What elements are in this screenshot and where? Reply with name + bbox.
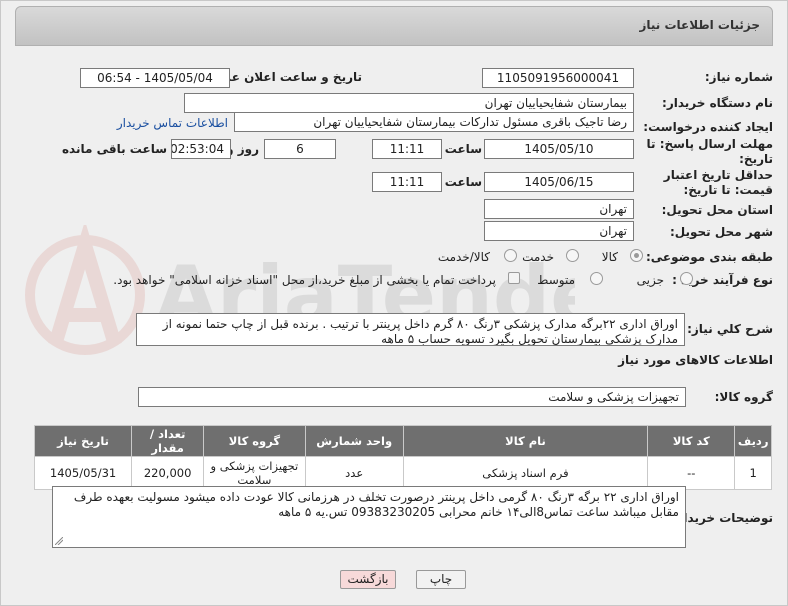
buyer-org-field: بیمارستان شفایحیاییان تهران <box>184 93 634 113</box>
description-textarea[interactable]: اوراق اداری ۲۲برگه مدارک پزشکی ۳رنگ ۸۰ گ… <box>136 313 685 346</box>
days-label: روز و <box>226 142 259 156</box>
price-validity-time-field: 11:11 <box>372 172 442 192</box>
process-radio-medium[interactable] <box>590 272 603 285</box>
table-row: 1 -- فرم اسناد پزشکی عدد تجهیزات پزشکی و… <box>33 456 772 490</box>
goods-table-header: ردیف کد کالا نام کالا واحد شمارش گروه کا… <box>33 425 772 457</box>
requester-field: رضا تاجیک باقری مسئول تدارکات بیمارستان … <box>234 112 634 132</box>
announce-date-field: 1405/05/04 - 06:54 <box>80 68 230 88</box>
goods-section-title: اطلاعات کالاهای مورد نیاز <box>618 353 773 367</box>
buyer-notes-text: اوراق اداری ۲۲ برگه ۳رنگ ۸۰ گرمی داخل پر… <box>73 490 679 519</box>
print-button[interactable]: چاپ <box>416 570 466 589</box>
cell-goods-group: تجهیزات پزشکی و سلامت <box>203 456 306 490</box>
goods-group-label: گروه کالا: <box>714 390 773 404</box>
cell-need-date: 1405/05/31 <box>33 456 133 490</box>
goods-group-field: تجهیزات پزشکی و سلامت <box>138 387 686 407</box>
goods-table: ردیف کد کالا نام کالا واحد شمارش گروه کا… <box>33 425 772 490</box>
cell-quantity: 220,000 <box>131 456 205 490</box>
title-bar: جزئیات اطلاعات نیاز <box>15 6 773 46</box>
process-radio-minor[interactable] <box>680 272 693 285</box>
cell-row-number: 1 <box>734 456 772 490</box>
back-button[interactable]: بازگشت <box>340 570 396 589</box>
requester-label: ایجاد کننده درخواست: <box>643 120 773 134</box>
header-goods-code: کد کالا <box>647 425 736 457</box>
remaining-time-label: ساعت باقی مانده <box>61 142 167 156</box>
header-unit: واحد شمارش <box>304 425 404 457</box>
price-validity-date-field: 1405/06/15 <box>484 172 634 192</box>
province-label: استان محل تحویل: <box>661 203 773 217</box>
category-radio-goods-service[interactable] <box>504 249 517 262</box>
resize-grip-icon[interactable] <box>55 537 63 545</box>
treasury-payment-checkbox[interactable] <box>508 272 520 284</box>
category-option-goods: کالا <box>601 250 618 264</box>
days-field: 6 <box>264 139 336 159</box>
process-option-minor: جزیی <box>636 273 664 287</box>
remaining-time-field: 02:53:04 <box>171 139 231 159</box>
page-title: جزئیات اطلاعات نیاز <box>639 18 760 32</box>
city-field: تهران <box>484 221 634 241</box>
header-row-number: ردیف <box>734 425 772 457</box>
header-need-date: تاریخ نیاز <box>33 425 133 457</box>
buyer-contact-link[interactable]: اطلاعات تماس خریدار <box>117 116 228 130</box>
buyer-notes-textarea[interactable]: اوراق اداری ۲۲ برگه ۳رنگ ۸۰ گرمی داخل پر… <box>52 486 686 548</box>
process-option-medium: متوسط <box>537 273 575 287</box>
category-option-goods-service: کالا/خدمت <box>437 250 490 264</box>
header-quantity: تعداد / مقدار <box>131 425 205 457</box>
header-goods-group: گروه کالا <box>203 425 306 457</box>
cell-goods-code: -- <box>647 456 736 490</box>
price-validity-label: حداقل تاریخ اعتبار قیمت: تا تاریخ: <box>663 168 773 197</box>
price-validity-time-label: ساعت <box>444 175 482 189</box>
cell-unit: عدد <box>304 456 404 490</box>
cell-goods-name: فرم اسناد پزشکی <box>402 456 649 490</box>
deadline-label: مهلت ارسال پاسخ: تا تاریخ: <box>646 137 774 166</box>
city-label: شهر محل تحویل: <box>669 225 773 239</box>
category-radio-service[interactable] <box>566 249 579 262</box>
need-number-label: شماره نیاز: <box>704 70 773 84</box>
category-label: طبقه بندی موضوعی: <box>645 250 773 264</box>
buyer-org-label: نام دستگاه خریدار: <box>662 96 773 110</box>
province-field: تهران <box>484 199 634 219</box>
deadline-time-label: ساعت <box>444 142 482 156</box>
buyer-notes-label: توضیحات خریدار: <box>671 511 773 525</box>
category-radio-goods[interactable] <box>630 249 643 262</box>
treasury-payment-text: پرداخت تمام یا بخشی از مبلغ خرید،از محل … <box>113 273 496 287</box>
deadline-date-field: 1405/05/10 <box>484 139 634 159</box>
header-goods-name: نام کالا <box>402 425 649 457</box>
need-number-field: 1105091956000041 <box>482 68 634 88</box>
deadline-time-field: 11:11 <box>372 139 442 159</box>
category-option-service: خدمت <box>522 250 554 264</box>
description-label: شرح کلي نياز: <box>687 322 773 336</box>
